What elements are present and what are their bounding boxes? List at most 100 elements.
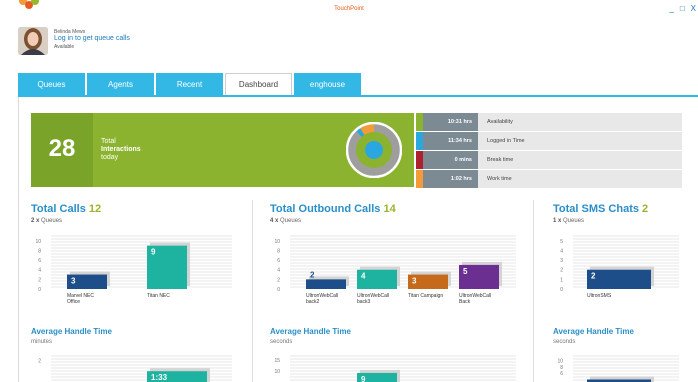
bar[interactable] <box>306 279 346 289</box>
x-tick-label: back3 <box>357 299 371 305</box>
tab-queues[interactable]: Queues <box>18 73 85 95</box>
bar-value-label: 5 <box>463 267 468 276</box>
sms-aht-chart: 68104 <box>557 355 679 382</box>
x-tick-label: Titan Campaign <box>408 293 443 299</box>
total-sms-count: 2 <box>642 203 649 215</box>
section-divider <box>252 200 253 382</box>
calls-aht-unit: minutes <box>31 339 53 345</box>
tab-enghouse[interactable]: enghouse <box>294 73 361 95</box>
total-calls-count: 12 <box>88 203 102 215</box>
stat-row-availability: 10:31 hrs Availability <box>416 113 682 131</box>
bar-value-label: 1:33 <box>151 373 168 382</box>
total-outbound-label: Total Outbound Calls <box>270 203 381 215</box>
user-status: Available <box>54 44 75 50</box>
stat-row-logged-in: 11:34 hrs Logged in Time <box>416 132 682 150</box>
total-sms-label: Total SMS Chats <box>553 203 639 215</box>
section-divider <box>533 200 534 382</box>
y-tick-label: 3 <box>560 258 563 264</box>
interactions-label-line2: Interactions <box>101 146 141 153</box>
bar-value-label: 2 <box>310 270 315 279</box>
stat-value: 11:34 hrs <box>423 132 478 150</box>
stat-color-swatch <box>416 170 423 188</box>
login-queue-link[interactable]: Log in to get queue calls <box>54 35 130 42</box>
time-donut-chart <box>346 122 402 178</box>
sms-aht-unit: seconds <box>553 339 576 345</box>
queues-label: Queues <box>280 218 302 224</box>
bar-value-label: 3 <box>412 277 417 286</box>
queues-count: 4 x <box>270 218 279 224</box>
tab-recent[interactable]: Recent <box>156 73 223 95</box>
touchpoint-app: TouchPoint _ □ X Belinda Mews Log in to … <box>0 0 698 382</box>
calls-aht-chart: 2 1:33 <box>38 355 232 382</box>
bar-value-label: 3 <box>71 277 76 286</box>
avatar[interactable] <box>18 27 48 55</box>
y-tick-label: 10 <box>557 359 563 365</box>
x-tick-label: Back <box>459 299 471 305</box>
stat-label: Logged in Time <box>478 132 682 150</box>
bar-value-label: 2 <box>591 272 596 281</box>
stat-row-break: 0 mins Break time <box>416 151 682 169</box>
total-calls-chart: 02468103Marvel NECOffice9Titan NEC <box>35 235 232 305</box>
bar-value-label: 4 <box>361 272 366 281</box>
minimize-button[interactable]: _ <box>669 4 673 13</box>
main-tabs: Queues Agents Recent Dashboard enghouse <box>18 73 361 95</box>
x-tick-label: Titan NEC <box>147 293 170 299</box>
y-tick-label: 10 <box>35 239 41 245</box>
x-tick-label: UltronSMS <box>587 293 612 299</box>
stat-color-swatch <box>416 113 423 131</box>
donut-center <box>365 141 383 159</box>
x-tick-label: Office <box>67 299 80 305</box>
y-tick-label: 2 <box>277 277 280 283</box>
bar-value-label: 9 <box>151 248 156 257</box>
y-tick-label: 0 <box>277 287 280 293</box>
y-tick-label: 2 <box>38 359 41 365</box>
y-tick-label: 5 <box>560 239 563 245</box>
sms-aht-title: Average Handle Time <box>553 327 634 336</box>
y-tick-label: 8 <box>560 365 563 371</box>
queues-count: 1 x <box>553 218 562 224</box>
interactions-count: 28 <box>48 135 76 162</box>
app-title: TouchPoint <box>334 6 364 12</box>
y-tick-label: 0 <box>38 287 41 293</box>
total-sms-queues: 1 x Queues <box>553 218 584 224</box>
y-tick-label: 6 <box>277 258 280 264</box>
total-calls-label: Total Calls <box>31 203 86 215</box>
y-tick-label: 8 <box>277 248 280 254</box>
donut-segment-2 <box>360 124 375 135</box>
donut-segment-1 <box>356 128 365 137</box>
y-tick-label: 6 <box>560 371 563 377</box>
queues-label: Queues <box>563 218 585 224</box>
title-bar: TouchPoint _ □ X <box>0 0 698 20</box>
interactions-label: Total Interactions today <box>101 138 141 162</box>
stat-label: Availability <box>478 113 682 131</box>
tab-agents[interactable]: Agents <box>87 73 154 95</box>
y-tick-label: 1 <box>560 277 563 283</box>
stat-row-work: 1:02 hrs Work time <box>416 170 682 188</box>
y-tick-label: 8 <box>38 248 41 254</box>
interactions-label-line3: today <box>101 154 119 161</box>
bar[interactable] <box>587 269 651 289</box>
total-outbound-title: Total Outbound Calls 14 <box>270 203 396 215</box>
x-tick-label: back2 <box>306 299 320 305</box>
tab-dashboard[interactable]: Dashboard <box>225 73 292 95</box>
close-button[interactable]: X <box>691 4 696 13</box>
stat-label: Work time <box>478 170 682 188</box>
y-tick-label: 2 <box>38 277 41 283</box>
y-tick-label: 4 <box>560 248 563 254</box>
window-controls: _ □ X <box>669 4 696 13</box>
maximize-button[interactable]: □ <box>680 4 685 13</box>
y-tick-label: 15 <box>274 358 280 364</box>
outbound-aht-unit: seconds <box>270 339 293 345</box>
interactions-count-box: 28 <box>31 113 93 187</box>
y-tick-label: 10 <box>274 239 280 245</box>
y-tick-label: 4 <box>277 268 280 274</box>
total-outbound-queues: 4 x Queues <box>270 218 301 224</box>
total-sms-chart: 0 1 2 3 4 5 2 UltronSMS <box>560 235 679 299</box>
y-tick-label: 0 <box>560 287 563 293</box>
total-sms-title: Total SMS Chats 2 <box>553 203 648 215</box>
stat-value: 1:02 hrs <box>423 170 478 188</box>
y-tick-label: 2 <box>560 268 563 274</box>
total-outbound-chart: 02468102UltronWebCallback24UltronWebCall… <box>274 235 516 305</box>
time-stats: 10:31 hrs Availability 11:34 hrs Logged … <box>416 113 682 189</box>
calls-aht-title: Average Handle Time <box>31 327 112 336</box>
